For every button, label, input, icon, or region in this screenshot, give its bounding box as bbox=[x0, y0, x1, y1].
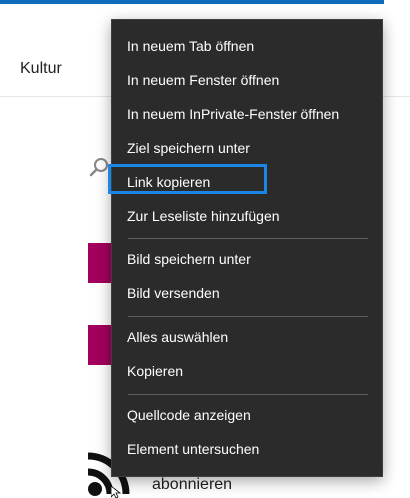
subscribe-label[interactable]: abonnieren bbox=[152, 476, 232, 494]
menu-item-open-inprivate-window[interactable]: In neuem InPrivate-Fenster öffnen bbox=[112, 98, 382, 130]
menu-item-copy[interactable]: Kopieren bbox=[112, 355, 382, 387]
menu-item-open-new-window[interactable]: In neuem Fenster öffnen bbox=[112, 64, 382, 96]
mouse-cursor-icon bbox=[111, 486, 121, 498]
menu-divider bbox=[128, 238, 368, 239]
menu-item-save-image-as[interactable]: Bild speichern unter bbox=[112, 243, 382, 275]
menu-item-inspect-element[interactable]: Element untersuchen bbox=[112, 433, 382, 465]
menu-divider bbox=[128, 394, 368, 395]
menu-divider bbox=[128, 316, 368, 317]
menu-item-send-image[interactable]: Bild versenden bbox=[112, 277, 382, 309]
menu-item-open-new-tab[interactable]: In neuem Tab öffnen bbox=[112, 30, 382, 62]
nav-link-kultur[interactable]: Kultur bbox=[20, 60, 62, 78]
menu-item-copy-link[interactable]: Link kopieren bbox=[112, 166, 382, 198]
menu-item-select-all[interactable]: Alles auswählen bbox=[112, 321, 382, 353]
context-menu: In neuem Tab öffnen In neuem Fenster öff… bbox=[111, 19, 383, 477]
search-icon[interactable] bbox=[88, 156, 110, 178]
menu-item-add-to-reading-list[interactable]: Zur Leseliste hinzufügen bbox=[112, 200, 382, 232]
menu-item-view-source[interactable]: Quellcode anzeigen bbox=[112, 399, 382, 431]
top-accent-bar bbox=[0, 0, 384, 4]
menu-item-save-target-as[interactable]: Ziel speichern unter bbox=[112, 132, 382, 164]
